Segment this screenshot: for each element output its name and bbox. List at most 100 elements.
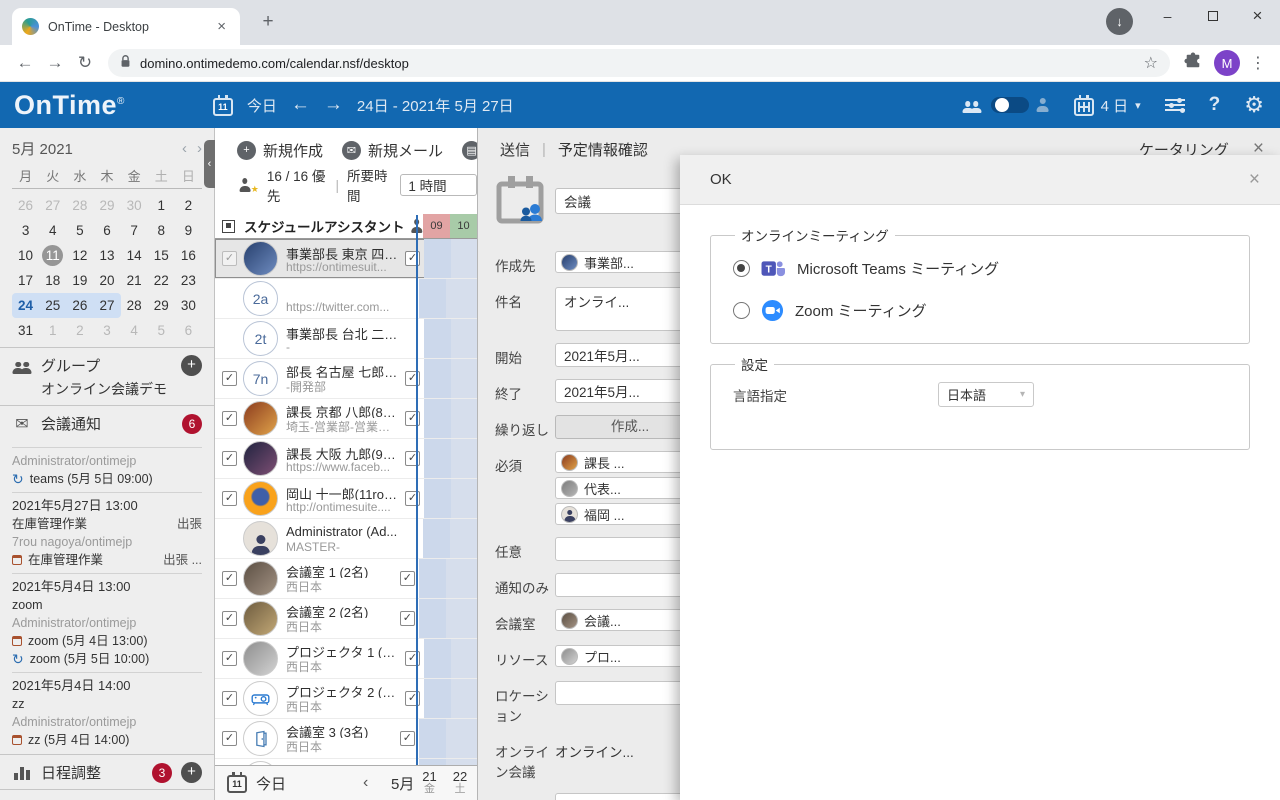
display-options-icon[interactable] (1165, 97, 1185, 113)
help-icon[interactable]: ? (1209, 94, 1221, 116)
calendar-day[interactable]: 2 (175, 193, 202, 218)
next-period-icon[interactable]: → (324, 94, 343, 116)
browser-forward-icon[interactable]: → (40, 53, 70, 73)
calendar-day[interactable]: 26 (12, 193, 39, 218)
attendee-row[interactable]: ✓会議室 3 (3名)西日本✓ (215, 719, 477, 759)
attendee-checkbox-left[interactable]: ✓ (222, 411, 237, 426)
attendee-checkbox-left[interactable]: ✓ (222, 691, 237, 706)
attendee-row[interactable]: ✓7n部長 名古屋 七郎(7r...-開発部✓ (215, 359, 477, 399)
bookmark-star-icon[interactable]: ☆ (1144, 53, 1158, 73)
attendee-checkbox-left[interactable]: ✓ (222, 371, 237, 386)
calendar-day[interactable]: 2 (66, 318, 93, 343)
sidebar-collapse-handle[interactable]: ‹ (204, 140, 215, 188)
browser-profile-avatar[interactable]: M (1214, 50, 1240, 76)
calendar-day[interactable]: 9 (175, 218, 202, 243)
notification-item[interactable]: ↻teams (5月 5日 09:00) (12, 471, 202, 487)
toolbar-mail-button[interactable]: ✉新規メール (342, 140, 443, 161)
attendee-row[interactable]: ✓事業部長 東京 四郎(...https://ontimesuit...✓ (215, 239, 477, 279)
new-tab-button[interactable]: + (254, 9, 282, 37)
attendee-row[interactable]: 2t事業部長 台北 二十...- (215, 319, 477, 359)
attendee-checkbox-right[interactable]: ✓ (400, 731, 415, 746)
attendee-checkbox-right[interactable]: ✓ (400, 611, 415, 626)
calendar-day[interactable]: 17 (12, 268, 39, 293)
window-maximize-button[interactable] (1190, 0, 1235, 32)
notification-item[interactable]: zoom (5月 4日 13:00) (12, 633, 202, 649)
address-bar[interactable]: domino.ontimedemo.com/calendar.nsf/deskt… (108, 49, 1170, 77)
calendar-day[interactable]: 30 (121, 193, 148, 218)
calendar-day[interactable]: 25 (39, 293, 66, 318)
attendee-row[interactable]: ✓プロジェクタ 1 (備...西日本✓ (215, 639, 477, 679)
calendar-day[interactable]: 12 (66, 243, 93, 268)
toolbar-doc-button[interactable]: ▤PDF (462, 141, 477, 160)
calendar-day[interactable]: 6 (175, 318, 202, 343)
dialog-close-icon[interactable]: × (1249, 169, 1260, 191)
calendar-day[interactable]: 3 (93, 318, 120, 343)
attendee-row[interactable]: ✓課長 大阪 九郎(9rou...https://www.faceb...✓ (215, 439, 477, 479)
calendar-day[interactable]: 14 (121, 243, 148, 268)
prev-period-icon[interactable]: ← (291, 94, 310, 116)
notification-item[interactable]: ↻zoom (5月 5日 10:00) (12, 651, 202, 667)
footer-today-icon[interactable]: 11 (227, 775, 247, 793)
select-all-icon[interactable] (222, 220, 235, 233)
send-button[interactable]: 送信 (500, 139, 530, 160)
downloads-icon[interactable]: ↓ (1106, 8, 1133, 35)
calendar-day[interactable]: 19 (66, 268, 93, 293)
calendar-day[interactable]: 28 (121, 293, 148, 318)
browser-reload-icon[interactable]: ↻ (70, 53, 100, 73)
radio-unselected[interactable] (733, 302, 750, 319)
calendar-view-selector[interactable]: 4 日 ▾ (1074, 95, 1141, 116)
meeting-option-zoom[interactable]: Zoom ミーティング (733, 289, 1227, 331)
footer-today-button[interactable]: 今日 (256, 773, 286, 794)
calendar-day[interactable]: 29 (148, 293, 175, 318)
calendar-day[interactable]: 16 (175, 243, 202, 268)
calendar-day[interactable]: 7 (121, 218, 148, 243)
browser-tab[interactable]: OnTime - Desktop × (12, 8, 240, 45)
add-group-button[interactable]: + (181, 355, 202, 376)
calendar-day[interactable]: 11 (39, 243, 66, 268)
calendar-day[interactable]: 30 (175, 293, 202, 318)
calendar-day[interactable]: 21 (121, 268, 148, 293)
footer-prev-icon[interactable]: ‹ (363, 774, 368, 792)
extensions-icon[interactable] (1178, 52, 1208, 75)
calendar-day[interactable]: 24 (12, 293, 39, 318)
calendar-day[interactable]: 8 (148, 218, 175, 243)
browser-back-icon[interactable]: ← (10, 53, 40, 73)
duration-input[interactable]: 1 時間 (400, 174, 477, 196)
calendar-day[interactable]: 5 (66, 218, 93, 243)
toolbar-plus-button[interactable]: +新規作成 (237, 140, 323, 161)
group-person-toggle[interactable] (962, 97, 1050, 113)
tab-close-icon[interactable]: × (213, 16, 230, 37)
attendee-row[interactable]: ✓課長 京都 八郎(8rou...埼玉-営業部-営業１課✓ (215, 399, 477, 439)
window-minimize-button[interactable]: – (1145, 0, 1190, 32)
attendee-checkbox-left[interactable]: ✓ (222, 731, 237, 746)
calendar-day[interactable]: 23 (175, 268, 202, 293)
attendee-row[interactable]: ✓会議室 1 (2名)西日本✓ (215, 559, 477, 599)
attendee-checkbox-left[interactable]: ✓ (222, 651, 237, 666)
confirm-schedule-button[interactable]: 予定情報確認 (558, 139, 648, 160)
calendar-day[interactable]: 20 (93, 268, 120, 293)
view-toggle-switch[interactable] (991, 97, 1029, 113)
calendar-day[interactable]: 26 (66, 293, 93, 318)
add-schedule-poll-button[interactable]: + (181, 762, 202, 783)
attendee-checkbox-right[interactable]: ✓ (400, 571, 415, 586)
groups-label[interactable]: グループ (41, 355, 100, 376)
meeting-option-teams[interactable]: TMicrosoft Teams ミーティング (733, 247, 1227, 289)
calendar-day[interactable]: 4 (121, 318, 148, 343)
attendee-checkbox-left[interactable]: ✓ (222, 491, 237, 506)
attendee-row[interactable]: ✓岡山 十一郎(11rou ...http://ontimesuite....✓ (215, 479, 477, 519)
attendee-checkbox-left[interactable]: ✓ (222, 451, 237, 466)
today-button[interactable]: 今日 (247, 95, 277, 116)
notification-item[interactable]: zz (5月 4日 14:00) (12, 732, 202, 748)
calendar-day[interactable]: 4 (39, 218, 66, 243)
footer-day[interactable]: 22土 (443, 766, 477, 800)
calendar-day[interactable]: 1 (148, 193, 175, 218)
calendar-day[interactable]: 29 (93, 193, 120, 218)
notification-item[interactable]: 在庫管理作業出張 ... (12, 552, 202, 568)
footer-day[interactable]: 21金 (416, 766, 443, 800)
schedule-poll-label[interactable]: 日程調整 (41, 762, 101, 783)
calendar-day[interactable]: 3 (12, 218, 39, 243)
language-select[interactable]: 日本語 ▾ (938, 382, 1034, 407)
settings-gear-icon[interactable]: ⚙ (1244, 92, 1264, 118)
attendee-checkbox-left[interactable]: ✓ (222, 571, 237, 586)
calendar-day[interactable]: 18 (39, 268, 66, 293)
